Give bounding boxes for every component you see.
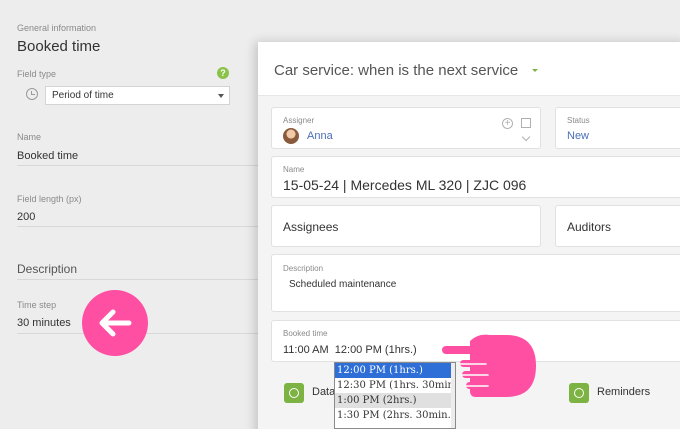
chevron-down-icon[interactable] [532,69,538,72]
card-title[interactable]: Car service: when is the next service [274,62,518,79]
chevron-down-icon [218,94,224,98]
field-settings-panel: General information Booked time Field ty… [0,0,262,429]
clock-icon [26,88,38,100]
description-value[interactable]: Scheduled maintenance [289,279,396,290]
time-option[interactable]: 1:00 PM (2hrs.) [335,393,455,408]
divider [17,165,262,166]
external-link-icon[interactable] [521,118,531,128]
field-length-field[interactable]: 200 [17,211,35,223]
bell-icon[interactable] [569,383,589,403]
name-field[interactable]: Name 15-05-24 | Mercedes ML 320 | ZJC 09… [271,156,680,198]
card-header: Car service: when is the next service [258,42,680,96]
field-type-value: Period of time [52,90,114,101]
assignees-field[interactable]: Assignees [271,205,541,247]
chevron-down-icon[interactable] [521,132,531,142]
time-option[interactable]: 12:30 PM (1hrs. 30min.) [335,378,455,393]
status-value[interactable]: New [567,130,589,142]
data-icon[interactable] [284,383,304,403]
description-label: Description [283,264,324,273]
plus-icon[interactable]: + [502,118,513,129]
name-label: Name [17,132,42,142]
divider [17,279,262,280]
field-length-label: Field length (px) [17,194,82,204]
reminders-tab-label[interactable]: Reminders [597,386,650,398]
pointing-hand-icon [442,334,536,397]
time-option[interactable]: 12:00 PM (1hrs.) [335,363,455,378]
assigner-label: Assigner [283,116,315,125]
help-icon[interactable]: ? [217,67,229,79]
field-type-select[interactable]: Period of time [45,86,230,105]
divider [17,226,262,227]
description-field[interactable]: Description Scheduled maintenance [271,254,680,312]
name-label: Name [283,165,305,174]
data-tab-label[interactable]: Data [312,386,335,398]
section-label: General information [17,23,97,33]
panel-heading: Booked time [17,38,101,55]
status-field[interactable]: Status New [555,107,680,149]
description-field[interactable]: Description [17,262,77,276]
auditors-label: Auditors [567,220,612,234]
field-type-label: Field type [17,69,57,79]
booked-time-value[interactable]: 11:00 AM 12:00 PM (1hrs.) [283,344,417,356]
assigner-field[interactable]: Assigner Anna + [271,107,541,149]
booked-time-label: Booked time [283,329,328,338]
status-label: Status [567,116,590,125]
assigner-value[interactable]: Anna [307,130,333,142]
assignees-label: Assignees [283,220,339,234]
time-step-field[interactable]: 30 minutes [17,317,71,329]
arrow-left-icon [82,290,148,356]
auditors-field[interactable]: Auditors [555,205,680,247]
name-field[interactable]: Booked time [17,150,78,162]
time-option[interactable]: 1:30 PM (2hrs. 30min.) [335,408,455,423]
time-options-dropdown[interactable]: 12:00 PM (1hrs.) 12:30 PM (1hrs. 30min.)… [334,362,456,429]
name-value[interactable]: 15-05-24 | Mercedes ML 320 | ZJC 096 [283,177,526,193]
time-step-label: Time step [17,300,57,310]
avatar [283,128,299,144]
